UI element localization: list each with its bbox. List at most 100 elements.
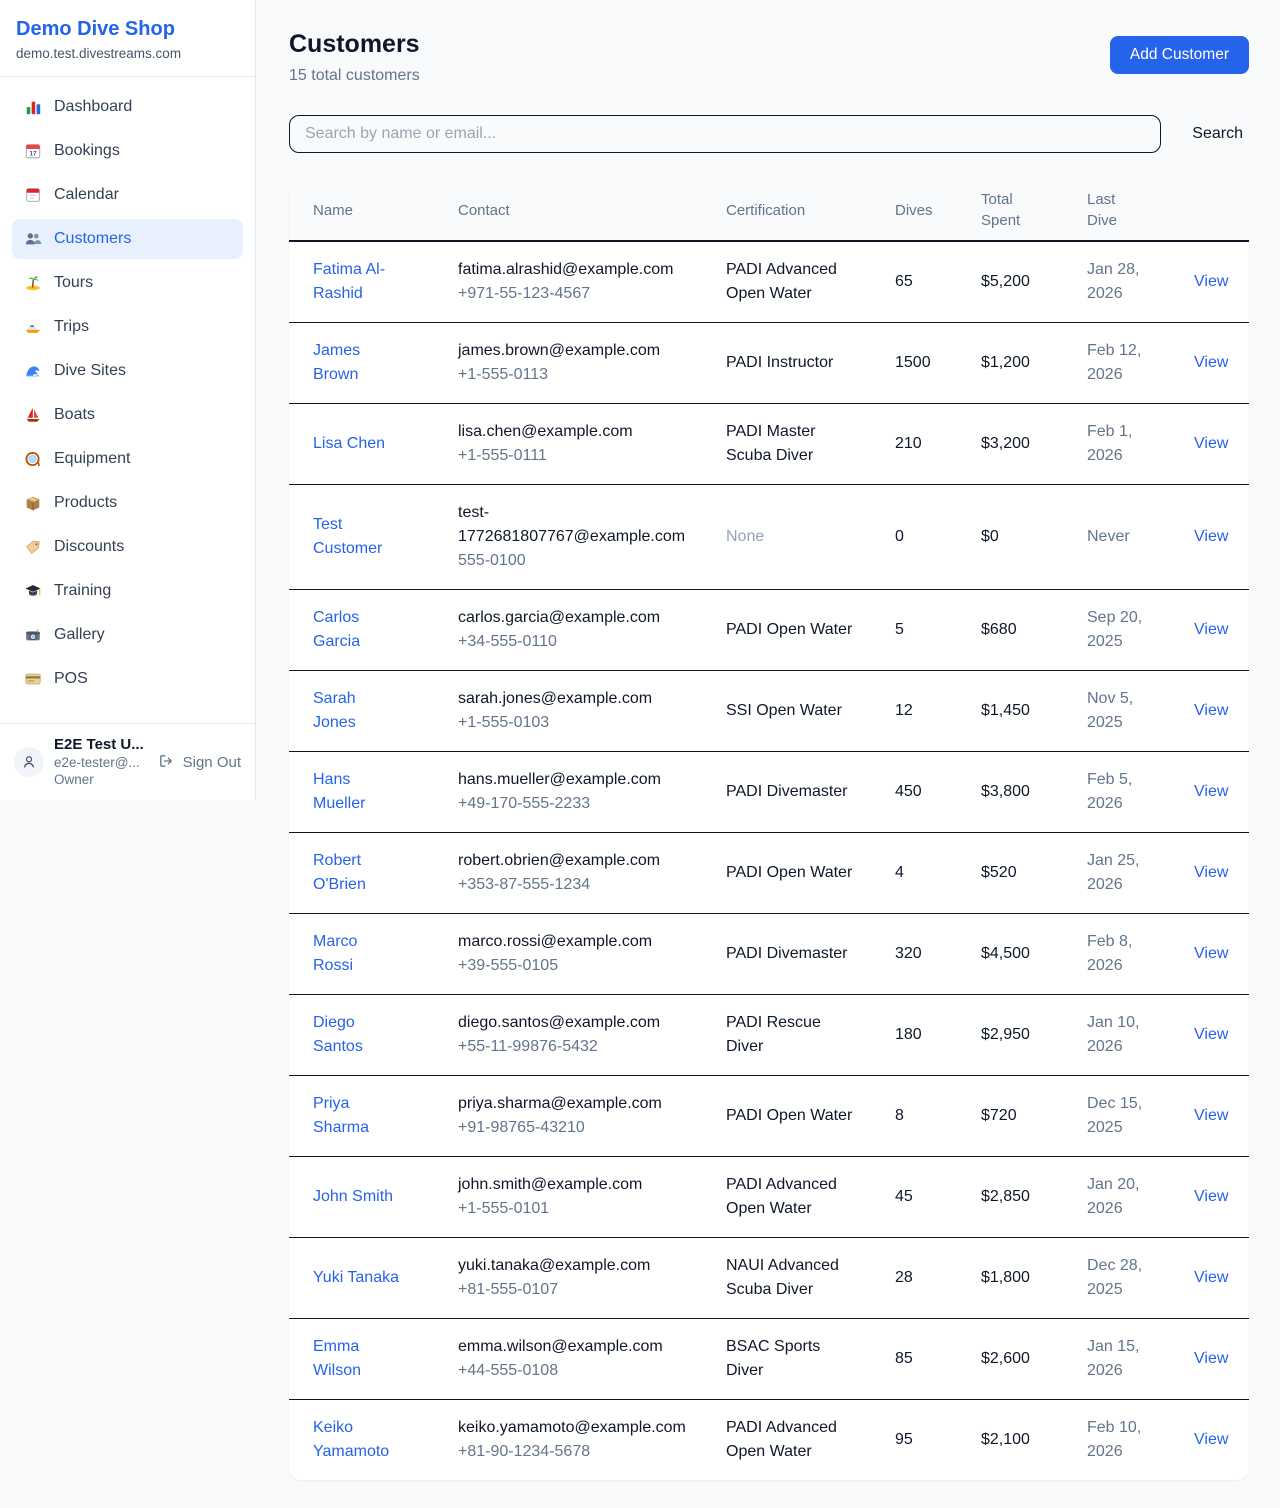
sidebar-item-trips[interactable]: Trips bbox=[12, 307, 243, 347]
customer-phone: +1-555-0101 bbox=[458, 1197, 726, 1221]
view-link[interactable]: View bbox=[1194, 1431, 1228, 1448]
user-email: e2e-tester@... bbox=[54, 754, 144, 771]
user-role: Owner bbox=[54, 771, 144, 788]
customer-name-link[interactable]: Diego Santos bbox=[313, 1011, 401, 1059]
customer-dives: 12 bbox=[895, 671, 981, 752]
sidebar-item-customers[interactable]: Customers bbox=[12, 219, 243, 259]
view-link[interactable]: View bbox=[1194, 1026, 1228, 1043]
customer-name-link[interactable]: Sarah Jones bbox=[313, 687, 401, 735]
svg-text:17: 17 bbox=[29, 151, 37, 158]
view-link[interactable]: View bbox=[1194, 1269, 1228, 1286]
add-customer-button[interactable]: Add Customer bbox=[1110, 36, 1249, 74]
sidebar-item-boats[interactable]: Boats bbox=[12, 395, 243, 435]
table-row: Diego Santos diego.santos@example.com +5… bbox=[289, 995, 1249, 1076]
view-link[interactable]: View bbox=[1194, 1350, 1228, 1367]
table-header-row: Name Contact Certification Dives Total S… bbox=[289, 180, 1249, 241]
sidebar-item-products[interactable]: Products bbox=[12, 483, 243, 523]
sidebar-item-training[interactable]: Training bbox=[12, 571, 243, 611]
view-link[interactable]: View bbox=[1194, 354, 1228, 371]
calendar-tearoff-icon bbox=[24, 186, 42, 204]
sidebar-item-gallery[interactable]: Gallery bbox=[12, 615, 243, 655]
motorboat-icon bbox=[24, 318, 42, 336]
customer-dives: 85 bbox=[895, 1319, 981, 1400]
customer-certification: PADI Advanced Open Water bbox=[726, 258, 854, 306]
sidebar-item-calendar[interactable]: Calendar bbox=[12, 175, 243, 215]
customer-total-spent: $520 bbox=[981, 833, 1087, 914]
customer-name-link[interactable]: Hans Mueller bbox=[313, 768, 401, 816]
customer-count: 15 total customers bbox=[289, 67, 420, 85]
search-bar: Search bbox=[289, 115, 1249, 153]
table-row: Test Customer test-1772681807767@example… bbox=[289, 485, 1249, 590]
customer-total-spent: $2,850 bbox=[981, 1157, 1087, 1238]
sidebar-item-label: Trips bbox=[54, 318, 89, 336]
view-link[interactable]: View bbox=[1194, 621, 1228, 638]
customer-dives: 5 bbox=[895, 590, 981, 671]
customer-total-spent: $5,200 bbox=[981, 241, 1087, 323]
view-link[interactable]: View bbox=[1194, 528, 1228, 545]
customer-name-link[interactable]: Yuki Tanaka bbox=[313, 1266, 399, 1290]
customer-total-spent: $1,200 bbox=[981, 323, 1087, 404]
customer-certification: PADI Divemaster bbox=[726, 780, 854, 804]
sidebar-item-label: Tours bbox=[54, 274, 93, 292]
dive-mask-icon bbox=[24, 450, 42, 468]
customer-phone: +39-555-0105 bbox=[458, 954, 726, 978]
view-link[interactable]: View bbox=[1194, 702, 1228, 719]
column-header-actions bbox=[1194, 180, 1249, 241]
sidebar-item-dive-sites[interactable]: Dive Sites bbox=[12, 351, 243, 391]
customer-dives: 95 bbox=[895, 1400, 981, 1481]
sidebar-item-tours[interactable]: Tours bbox=[12, 263, 243, 303]
customer-name-link[interactable]: Test Customer bbox=[313, 513, 401, 561]
customer-dives: 8 bbox=[895, 1076, 981, 1157]
sidebar-item-label: Calendar bbox=[54, 186, 119, 204]
table-row: James Brown james.brown@example.com +1-5… bbox=[289, 323, 1249, 404]
sidebar-item-bookings[interactable]: 17 Bookings bbox=[12, 131, 243, 171]
search-input[interactable] bbox=[289, 115, 1161, 153]
view-link[interactable]: View bbox=[1194, 1107, 1228, 1124]
package-icon bbox=[24, 494, 42, 512]
customer-name-link[interactable]: James Brown bbox=[313, 339, 401, 387]
customer-name-link[interactable]: Emma Wilson bbox=[313, 1335, 401, 1383]
customer-last-dive: Feb 8, 2026 bbox=[1087, 930, 1149, 978]
view-link[interactable]: View bbox=[1194, 864, 1228, 881]
customer-phone: +971-55-123-4567 bbox=[458, 282, 726, 306]
customer-name-link[interactable]: Lisa Chen bbox=[313, 432, 385, 456]
sidebar-item-discounts[interactable]: Discounts bbox=[12, 527, 243, 567]
customer-total-spent: $3,800 bbox=[981, 752, 1087, 833]
sign-out-button[interactable]: Sign Out bbox=[158, 753, 241, 771]
customer-dives: 28 bbox=[895, 1238, 981, 1319]
sidebar-item-equipment[interactable]: Equipment bbox=[12, 439, 243, 479]
view-link[interactable]: View bbox=[1194, 435, 1228, 452]
customer-total-spent: $720 bbox=[981, 1076, 1087, 1157]
customer-last-dive: Jan 10, 2026 bbox=[1087, 1011, 1149, 1059]
customer-name-link[interactable]: Fatima Al-Rashid bbox=[313, 258, 401, 306]
customer-name-link[interactable]: Keiko Yamamoto bbox=[313, 1416, 401, 1464]
customer-last-dive: Nov 5, 2025 bbox=[1087, 687, 1149, 735]
customer-dives: 45 bbox=[895, 1157, 981, 1238]
view-link[interactable]: View bbox=[1194, 1188, 1228, 1205]
customer-email: james.brown@example.com bbox=[458, 339, 698, 363]
customer-phone: +1-555-0113 bbox=[458, 363, 726, 387]
customer-total-spent: $1,800 bbox=[981, 1238, 1087, 1319]
sidebar-item-dashboard[interactable]: Dashboard bbox=[12, 87, 243, 127]
sidebar-item-pos[interactable]: POS bbox=[12, 659, 243, 699]
view-link[interactable]: View bbox=[1194, 945, 1228, 962]
customer-phone: +353-87-555-1234 bbox=[458, 873, 726, 897]
customer-total-spent: $2,950 bbox=[981, 995, 1087, 1076]
customer-email: john.smith@example.com bbox=[458, 1173, 698, 1197]
grad-cap-icon bbox=[24, 582, 42, 600]
customer-name-link[interactable]: Carlos Garcia bbox=[313, 606, 401, 654]
customer-name-link[interactable]: John Smith bbox=[313, 1185, 393, 1209]
customer-total-spent: $680 bbox=[981, 590, 1087, 671]
customer-name-link[interactable]: Priya Sharma bbox=[313, 1092, 401, 1140]
sidebar-item-label: Dashboard bbox=[54, 98, 132, 116]
sidebar-nav: Dashboard 17 Bookings Calendar Customers… bbox=[0, 77, 255, 723]
customer-certification: None bbox=[726, 525, 854, 549]
customer-certification: PADI Advanced Open Water bbox=[726, 1416, 854, 1464]
customer-certification: PADI Open Water bbox=[726, 618, 854, 642]
search-button[interactable]: Search bbox=[1186, 125, 1249, 143]
view-link[interactable]: View bbox=[1194, 783, 1228, 800]
view-link[interactable]: View bbox=[1194, 273, 1228, 290]
customer-name-link[interactable]: Marco Rossi bbox=[313, 930, 401, 978]
customer-name-link[interactable]: Robert O'Brien bbox=[313, 849, 401, 897]
table-row: Marco Rossi marco.rossi@example.com +39-… bbox=[289, 914, 1249, 995]
